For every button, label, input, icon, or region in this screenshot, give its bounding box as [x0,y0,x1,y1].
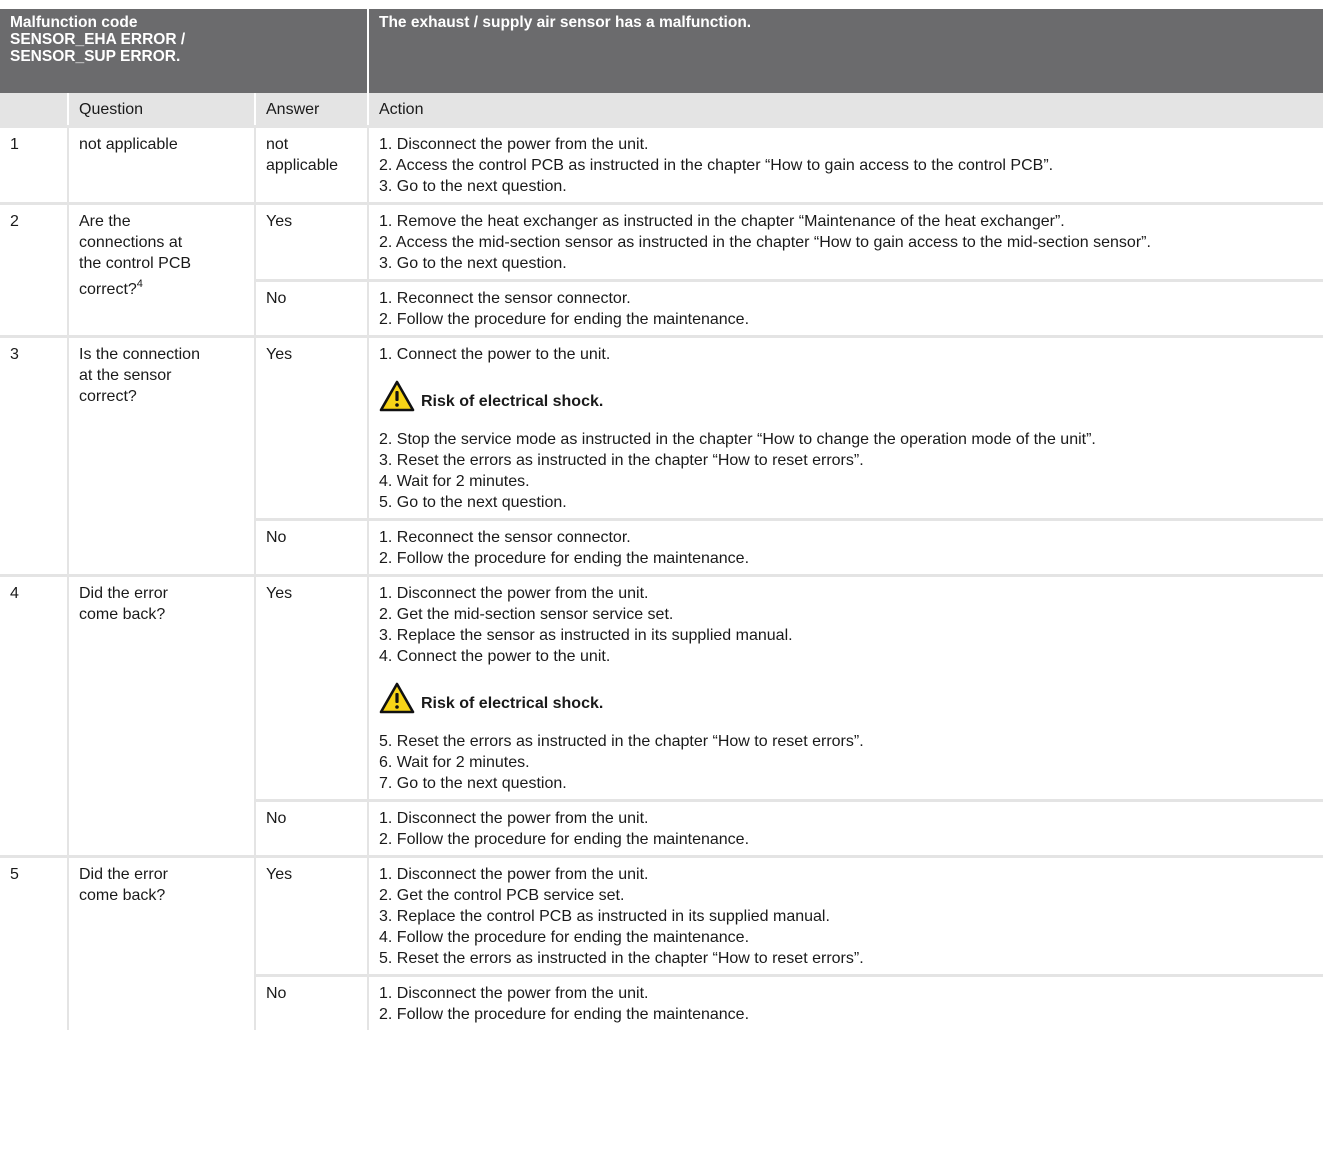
action-step: 1. Disconnect the power from the unit. [379,584,649,602]
question-text: Is the connection [79,345,200,363]
question-text: correct? [79,387,137,405]
action-step: 1. Disconnect the power from the unit. [379,135,649,153]
answer-text: No [255,973,369,1030]
column-header-answer: Answer [254,93,368,126]
malfunction-code-cell: Malfunction code SENSOR_EHA ERROR / SENS… [0,9,369,93]
action-step: 1. Disconnect the power from the unit. [379,984,649,1002]
action-step: 4. Follow the procedure for ending the m… [379,928,750,946]
action-cell: 1. Disconnect the power from the unit. 2… [368,798,1323,856]
answer-text: No [255,798,369,856]
question-text: Are the [79,212,131,230]
question-number: 1 [0,124,69,203]
question-text: the control PCB [79,254,192,272]
action-step: 5. Reset the errors as instructed in the… [379,949,864,967]
column-header-question: Question [67,93,255,126]
action-step: 2. Stop the service mode as instructed i… [379,430,1096,448]
action-step: 3. Go to the next question. [379,254,567,272]
question-text: come back? [79,886,166,904]
table-row: 2 Are the connections at the control PCB… [0,201,1323,336]
action-step: 5. Reset the errors as instructed in the… [379,732,864,750]
table-row: 3 Is the connection at the sensor correc… [0,334,1323,575]
footnote-marker: 4 [136,277,143,290]
action-step: 3. Reset the errors as instructed in the… [379,451,864,469]
question-cell: Are the connections at the control PCB c… [68,201,256,336]
action-step: 2. Follow the procedure for ending the m… [379,830,750,848]
action-cell: 1. Reconnect the sensor connector. 2. Fo… [368,278,1323,336]
question-number: 5 [0,854,69,1030]
answer-text: Yes [255,573,369,800]
warning-text: Risk of electrical shock. [421,695,604,712]
question-text-end: correct? [79,280,137,298]
action-step: 3. Replace the sensor as instructed in i… [379,626,793,644]
column-header-num [0,93,68,126]
action-cell: 1. Disconnect the power from the unit. 2… [368,124,1323,203]
question-text: Did the error [79,865,168,883]
table-row: 4 Did the error come back? Yes 1. Discon… [0,573,1323,856]
action-step: 2. Follow the procedure for ending the m… [379,1005,750,1023]
action-step: 1. Disconnect the power from the unit. [379,865,649,883]
action-step: 3. Replace the control PCB as instructed… [379,907,830,925]
answer-text: Yes [255,334,369,519]
action-step: 4. Wait for 2 minutes. [379,472,530,490]
column-header-row: Question Answer Action [0,93,1323,126]
action-step: 2. Access the mid-section sensor as inst… [379,233,1151,251]
answer-text: applicable [266,156,339,174]
column-header-action: Action [367,93,1323,126]
action-cell: 1. Disconnect the power from the unit. 2… [368,973,1323,1030]
action-step: 4. Connect the power to the unit. [379,647,611,665]
action-step: 1. Remove the heat exchanger as instruct… [379,212,1065,230]
electrical-shock-warning: Risk of electrical shock. [379,377,1313,415]
question-number: 4 [0,573,69,856]
malfunction-code-line3: SENSOR_SUP ERROR. [10,48,181,65]
malfunction-code-label: Malfunction code [10,14,138,31]
question-text: at the sensor [79,366,172,384]
question-number: 2 [0,201,69,336]
answer-text: No [255,517,369,575]
electrical-shock-warning: Risk of electrical shock. [379,679,1313,717]
action-step: 2. Access the control PCB as instructed … [379,156,1054,174]
action-step: 7. Go to the next question. [379,774,567,792]
action-step: 6. Wait for 2 minutes. [379,753,530,771]
table-row: 1 not applicable not applicable 1. Disco… [0,124,1323,203]
action-step: 1. Disconnect the power from the unit. [379,809,649,827]
action-cell: 1. Connect the power to the unit. Risk o… [368,334,1323,519]
question-text: Did the error [79,584,168,602]
question-cell: Is the connection at the sensor correct? [68,334,256,575]
answer-text: No [255,278,369,336]
action-step: 2. Get the mid-section sensor service se… [379,605,674,623]
answer-text: not [266,135,289,153]
answer-cell: not applicable [255,124,369,203]
action-cell: 1. Disconnect the power from the unit. 2… [368,573,1323,800]
answer-text: Yes [255,201,369,280]
action-cell: 1. Disconnect the power from the unit. 2… [368,854,1323,975]
question-text: not applicable [68,124,256,203]
action-step: 2. Follow the procedure for ending the m… [379,549,750,567]
action-step: 2. Get the control PCB service set. [379,886,625,904]
malfunction-header-row: Malfunction code SENSOR_EHA ERROR / SENS… [0,9,1323,93]
malfunction-code-line2: SENSOR_EHA ERROR / [10,31,186,48]
action-step: 1. Connect the power to the unit. [379,345,611,363]
warning-text: Risk of electrical shock. [421,393,604,410]
question-cell: Did the error come back? [68,573,256,856]
table-row: 5 Did the error come back? Yes 1. Discon… [0,854,1323,1030]
question-cell: Did the error come back? [68,854,256,1030]
action-step: 2. Follow the procedure for ending the m… [379,310,750,328]
warning-triangle-icon [379,380,415,411]
action-step: 3. Go to the next question. [379,177,567,195]
question-number: 3 [0,334,69,575]
action-step: 5. Go to the next question. [379,493,567,511]
action-cell: 1. Remove the heat exchanger as instruct… [368,201,1323,280]
question-text: connections at [79,233,183,251]
action-cell: 1. Reconnect the sensor connector. 2. Fo… [368,517,1323,575]
warning-triangle-icon [379,682,415,713]
action-step: 1. Reconnect the sensor connector. [379,528,631,546]
action-step: 1. Reconnect the sensor connector. [379,289,631,307]
troubleshooting-table: Malfunction code SENSOR_EHA ERROR / SENS… [0,9,1323,1030]
malfunction-description: The exhaust / supply air sensor has a ma… [368,9,1323,93]
question-text: come back? [79,605,166,623]
answer-text: Yes [255,854,369,975]
question-text: correct?4 [79,274,244,300]
